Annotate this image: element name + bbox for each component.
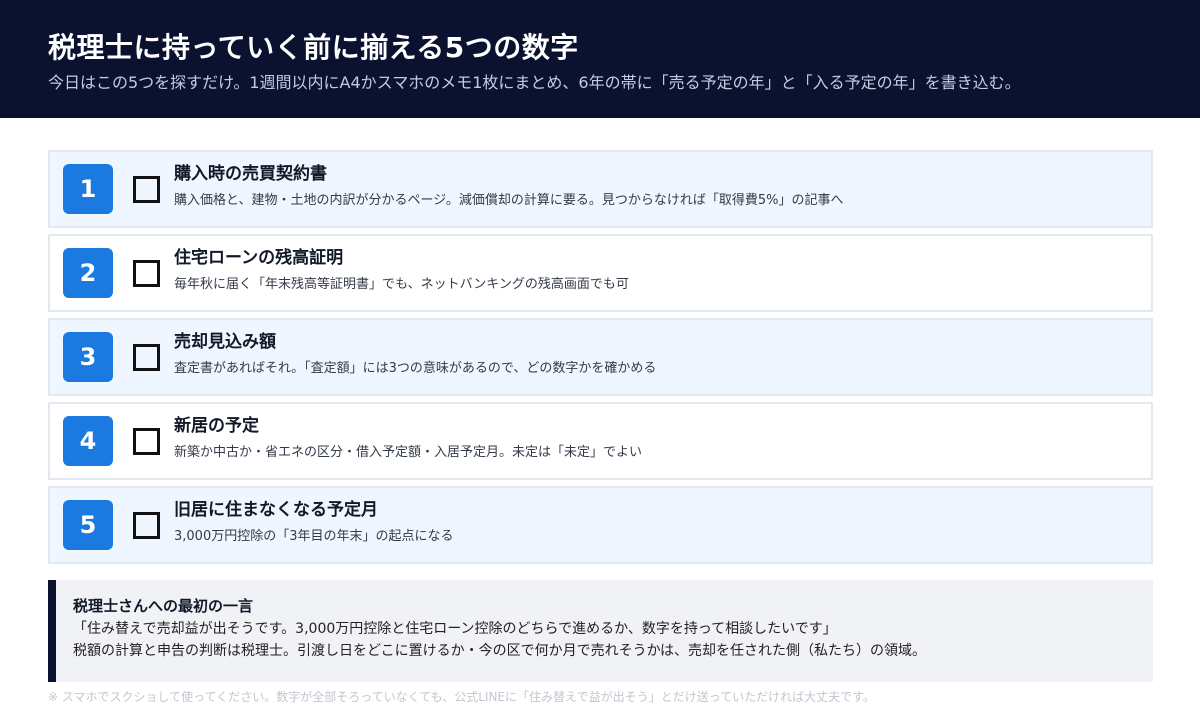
item-description: 新築か中古か・省エネの区分・借入予定額・入居予定月。未定は「未定」でよい: [174, 445, 643, 460]
checklist-item: 4 新居の予定 新築か中古か・省エネの区分・借入予定額・入居予定月。未定は「未定…: [48, 402, 1153, 480]
checklist-item: 2 住宅ローンの残高証明 毎年秋に届く「年末残高等証明書」でも、ネットバンキング…: [48, 234, 1153, 312]
item-description: 査定書があればそれ。「査定額」には3つの意味があるので、どの数字かを確かめる: [174, 361, 657, 376]
item-title: 旧居に住まなくなる予定月: [174, 500, 378, 520]
checklist-item: 1 購入時の売買契約書 購入価格と、建物・土地の内訳が分かるページ。減価償却の計…: [48, 150, 1153, 228]
callout-title: 税理士さんへの最初の一言: [73, 597, 254, 615]
callout-text: 税額の計算と申告の判断は税理士。引渡し日をどこに置けるか・今の区で何か月で売れそ…: [73, 643, 927, 659]
item-text: 新居の予定 新築か中古か・省エネの区分・借入予定額・入居予定月。未定は「未定」で…: [174, 414, 1141, 462]
item-number-badge: 3: [63, 332, 113, 382]
item-text: 購入時の売買契約書 購入価格と、建物・土地の内訳が分かるページ。減価償却の計算に…: [174, 162, 1141, 210]
item-title: 売却見込み額: [174, 332, 276, 352]
item-title: 住宅ローンの残高証明: [174, 248, 344, 268]
page-header: 税理士に持っていく前に揃える5つの数字 今日はこの5つを探すだけ。1週間以内にA…: [0, 0, 1200, 118]
checkbox[interactable]: [133, 512, 160, 539]
item-text: 住宅ローンの残高証明 毎年秋に届く「年末残高等証明書」でも、ネットバンキングの残…: [174, 246, 1141, 294]
page-title: 税理士に持っていく前に揃える5つの数字: [48, 31, 579, 64]
checkbox[interactable]: [133, 176, 160, 203]
item-title: 購入時の売買契約書: [174, 164, 327, 184]
item-number-badge: 1: [63, 164, 113, 214]
item-description: 毎年秋に届く「年末残高等証明書」でも、ネットバンキングの残高画面でも可: [174, 277, 629, 292]
checkbox[interactable]: [133, 260, 160, 287]
checklist: 1 購入時の売買契約書 購入価格と、建物・土地の内訳が分かるページ。減価償却の計…: [48, 150, 1153, 570]
item-description: 購入価格と、建物・土地の内訳が分かるページ。減価償却の計算に要る。見つからなけれ…: [174, 193, 844, 208]
callout-quote: 「住み替えで売却益が出そうです。3,000万円控除と住宅ローン控除のどちらで進め…: [73, 621, 837, 637]
checklist-item: 5 旧居に住まなくなる予定月 3,000万円控除の「3年目の年末」の起点になる: [48, 486, 1153, 564]
item-text: 売却見込み額 査定書があればそれ。「査定額」には3つの意味があるので、どの数字か…: [174, 330, 1141, 378]
item-number-badge: 2: [63, 248, 113, 298]
footer-note: ※ スマホでスクショして使ってください。数字が全部そろっていなくても、公式LIN…: [48, 690, 875, 704]
page-subtitle: 今日はこの5つを探すだけ。1週間以内にA4かスマホのメモ1枚にまとめ、6年の帯に…: [48, 73, 1021, 92]
item-number-badge: 5: [63, 500, 113, 550]
checklist-item: 3 売却見込み額 査定書があればそれ。「査定額」には3つの意味があるので、どの数…: [48, 318, 1153, 396]
checkbox[interactable]: [133, 428, 160, 455]
checkbox[interactable]: [133, 344, 160, 371]
advice-callout: 税理士さんへの最初の一言 「住み替えで売却益が出そうです。3,000万円控除と住…: [48, 580, 1153, 682]
item-number-badge: 4: [63, 416, 113, 466]
item-text: 旧居に住まなくなる予定月 3,000万円控除の「3年目の年末」の起点になる: [174, 498, 1141, 546]
item-title: 新居の予定: [174, 416, 259, 436]
item-description: 3,000万円控除の「3年目の年末」の起点になる: [174, 529, 454, 544]
